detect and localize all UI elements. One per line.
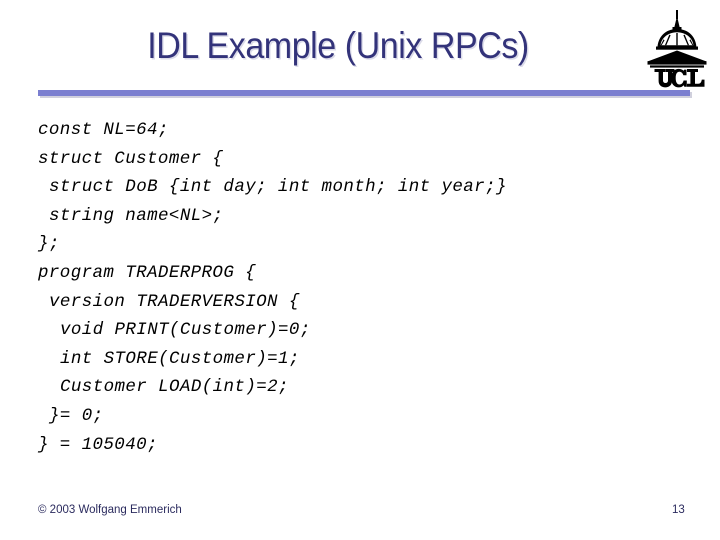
code-block: const NL=64; struct Customer { struct Do…: [38, 116, 688, 459]
code-line: string name<NL>;: [49, 205, 224, 226]
code-line: } = 105040;: [38, 434, 158, 455]
slide-canvas: IDL Example (Unix RPCs) const NL=64; str…: [0, 0, 720, 540]
footer-page-number: 13: [672, 504, 685, 516]
code-line: struct DoB {int day; int month; int year…: [49, 177, 507, 198]
code-line: version TRADERVERSION {: [49, 291, 300, 312]
footer-copyright: © 2003 Wolfgang Emmerich: [38, 504, 182, 516]
code-line: const NL=64;: [38, 120, 169, 140]
page-title: IDL Example (Unix RPCs): [147, 25, 529, 66]
slide-header: IDL Example (Unix RPCs): [0, 22, 720, 82]
title-underline-bar: [38, 90, 690, 96]
code-line: struct Customer {: [38, 148, 224, 169]
code-line: };: [38, 234, 60, 255]
code-line: }= 0;: [49, 405, 104, 426]
code-line: program TRADERPROG {: [38, 262, 257, 283]
code-line: void PRINT(Customer)=0;: [60, 320, 311, 341]
ucl-logo-icon: [641, 8, 713, 88]
code-line: int STORE(Customer)=1;: [60, 348, 300, 369]
code-line: Customer LOAD(int)=2;: [60, 377, 289, 398]
